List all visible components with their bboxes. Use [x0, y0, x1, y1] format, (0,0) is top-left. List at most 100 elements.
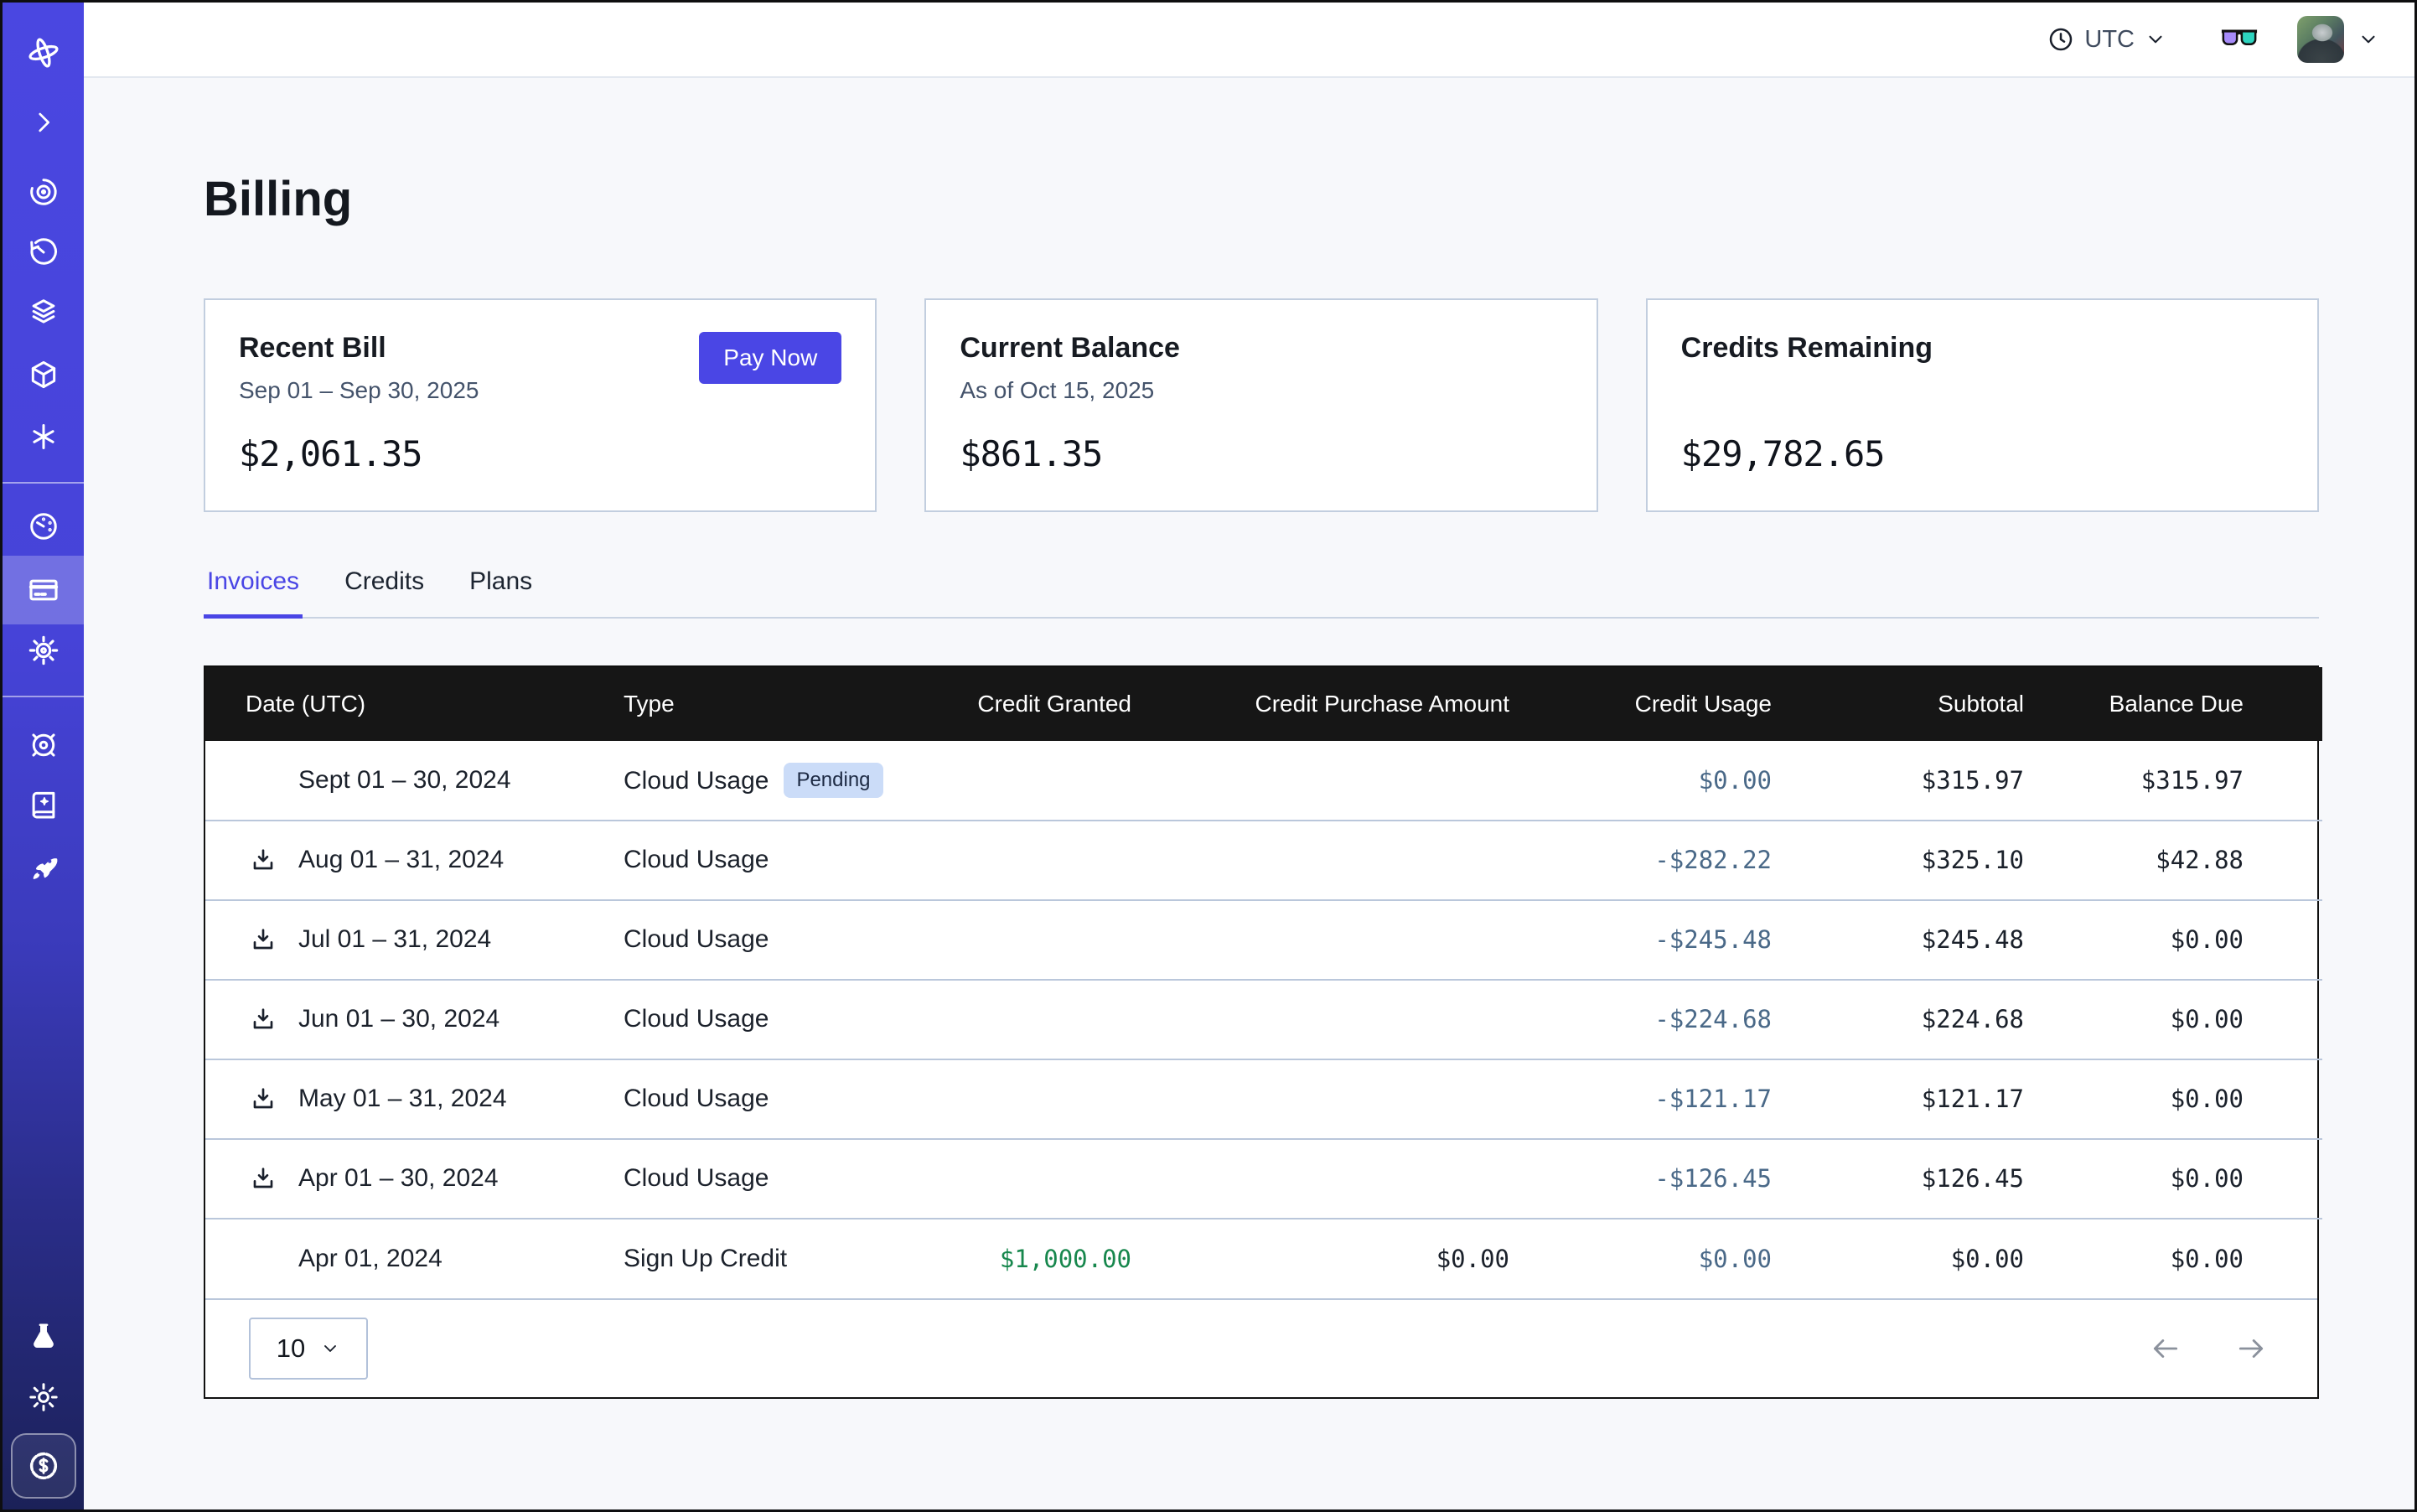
invoice-type: Cloud Usage	[624, 1085, 769, 1112]
sidebar-item-layers[interactable]	[16, 285, 71, 340]
balance-due-cell: $0.00	[2025, 1219, 2322, 1298]
arrow-left-icon	[2150, 1333, 2182, 1364]
invoice-date: Aug 01 – 31, 2024	[298, 846, 504, 874]
book-sparkle-icon	[28, 790, 60, 821]
chevron-down-icon	[320, 1339, 340, 1359]
download-invoice-button[interactable]	[250, 1165, 298, 1192]
reader-mode-button[interactable]	[2220, 28, 2259, 51]
balance-due-cell: $315.97	[2025, 741, 2322, 821]
chevron-right-icon	[29, 108, 58, 137]
balance-as-of: As of Oct 15, 2025	[960, 377, 1180, 406]
sidebar	[3, 3, 84, 1509]
card-title: Recent Bill	[239, 332, 479, 365]
sun-icon	[28, 1381, 60, 1413]
arrow-right-icon	[2235, 1333, 2267, 1364]
sidebar-item-observe[interactable]	[16, 164, 71, 220]
invoice-type: Cloud Usage	[624, 767, 769, 795]
asterisk-icon	[28, 421, 60, 453]
sidebar-item-logo[interactable]	[16, 25, 71, 80]
sidebar-divider	[3, 696, 84, 697]
sidebar-item-support[interactable]	[16, 717, 71, 773]
cube-icon	[28, 359, 60, 391]
invoice-date: Apr 01 – 30, 2024	[298, 1164, 499, 1193]
layers-icon	[28, 297, 60, 329]
pay-now-button[interactable]: Pay Now	[699, 332, 841, 384]
download-icon	[250, 1165, 277, 1192]
download-invoice-button[interactable]	[250, 926, 298, 953]
ship-wheel-icon	[28, 729, 60, 761]
download-invoice-button[interactable]	[250, 1006, 298, 1033]
credit-usage-cell: $0.00	[1510, 741, 1773, 821]
table-row: Aug 01 – 31, 2024Cloud Usage-$282.22$325…	[205, 821, 2322, 900]
clock-icon	[2047, 26, 2074, 53]
credit-usage-cell: $0.00	[1510, 1219, 1773, 1298]
account-menu[interactable]	[2297, 16, 2379, 63]
prev-page-button[interactable]	[2150, 1333, 2182, 1364]
sidebar-item-labs[interactable]	[16, 1309, 71, 1364]
glasses-icon	[2220, 28, 2259, 51]
download-icon	[250, 847, 277, 873]
next-page-button[interactable]	[2235, 1333, 2267, 1364]
sidebar-item-docs[interactable]	[16, 778, 71, 833]
table-row: Apr 01, 2024Sign Up Credit$1,000.00$0.00…	[205, 1219, 2322, 1298]
page-title: Billing	[204, 172, 2319, 228]
timezone-selector[interactable]: UTC	[2042, 25, 2171, 54]
credit-granted-cell	[941, 980, 1132, 1059]
billing-tabs: Invoices Credits Plans	[204, 567, 2319, 619]
table-footer: 10	[205, 1298, 2317, 1397]
download-invoice-button[interactable]	[250, 1085, 298, 1112]
sidebar-item-packages[interactable]	[16, 347, 71, 402]
credit-granted-cell	[941, 1139, 1132, 1219]
balance-due-cell: $0.00	[2025, 980, 2322, 1059]
credit-granted-cell	[941, 821, 1132, 900]
download-icon	[250, 1006, 277, 1033]
sidebar-item-history[interactable]	[16, 225, 71, 280]
invoice-type: Sign Up Credit	[624, 1245, 787, 1272]
subtotal-cell: $126.45	[1773, 1139, 2025, 1219]
subtotal-cell: $325.10	[1773, 821, 2025, 900]
billing-page: Billing Recent Bill Sep 01 – Sep 30, 202…	[84, 78, 2414, 1509]
invoice-type: Cloud Usage	[624, 1164, 769, 1192]
table-row: Jun 01 – 30, 2024Cloud Usage-$224.68$224…	[205, 980, 2322, 1059]
card-title: Credits Remaining	[1681, 332, 1933, 365]
invoice-type: Cloud Usage	[624, 925, 769, 953]
sidebar-item-settings[interactable]	[16, 623, 71, 678]
column-header: Date (UTC)	[205, 667, 623, 741]
balance-due-cell: $0.00	[2025, 900, 2322, 980]
column-header: Balance Due	[2025, 667, 2322, 741]
coin-badge-icon	[26, 1448, 61, 1484]
credit-usage-cell: -$224.68	[1510, 980, 1773, 1059]
credit-purchase-cell	[1132, 980, 1510, 1059]
subtotal-cell: $224.68	[1773, 980, 2025, 1059]
tab-plans[interactable]: Plans	[466, 567, 536, 619]
sidebar-expand-button[interactable]	[16, 95, 71, 150]
tab-credits[interactable]: Credits	[341, 567, 427, 619]
subtotal-cell: $121.17	[1773, 1059, 2025, 1139]
sidebar-item-services[interactable]	[16, 409, 71, 464]
sidebar-credits-button[interactable]	[11, 1433, 76, 1499]
main-area: UTC Billing	[84, 3, 2414, 1509]
eye-spiral-icon	[28, 176, 60, 208]
page-size-select[interactable]: 10	[249, 1318, 368, 1380]
credit-purchase-cell	[1132, 1139, 1510, 1219]
download-invoice-button[interactable]	[250, 847, 298, 873]
sidebar-item-usage[interactable]	[16, 499, 71, 554]
tab-invoices[interactable]: Invoices	[204, 567, 303, 619]
invoices-table: Date (UTC)TypeCredit GrantedCredit Purch…	[204, 665, 2319, 1399]
rocket-icon	[28, 852, 60, 883]
table-row: Sept 01 – 30, 2024Cloud UsagePending$0.0…	[205, 741, 2322, 821]
current-balance-card: Current Balance As of Oct 15, 2025 $861.…	[924, 298, 1597, 512]
subtotal-cell: $245.48	[1773, 900, 2025, 980]
credit-card-icon	[27, 573, 60, 607]
sidebar-item-billing[interactable]	[16, 562, 71, 618]
recent-bill-amount: $2,061.35	[239, 433, 841, 474]
credit-granted-cell	[941, 1059, 1132, 1139]
sidebar-item-theme[interactable]	[16, 1370, 71, 1425]
sidebar-divider	[3, 482, 84, 484]
card-subtitle-spacer	[1681, 377, 1933, 406]
credit-purchase-cell	[1132, 1059, 1510, 1139]
sidebar-item-getting-started[interactable]	[16, 840, 71, 895]
app-window: UTC Billing	[0, 0, 2417, 1512]
invoice-table-body: Sept 01 – 30, 2024Cloud UsagePending$0.0…	[205, 741, 2322, 1298]
invoice-date: Sept 01 – 30, 2024	[298, 766, 511, 795]
